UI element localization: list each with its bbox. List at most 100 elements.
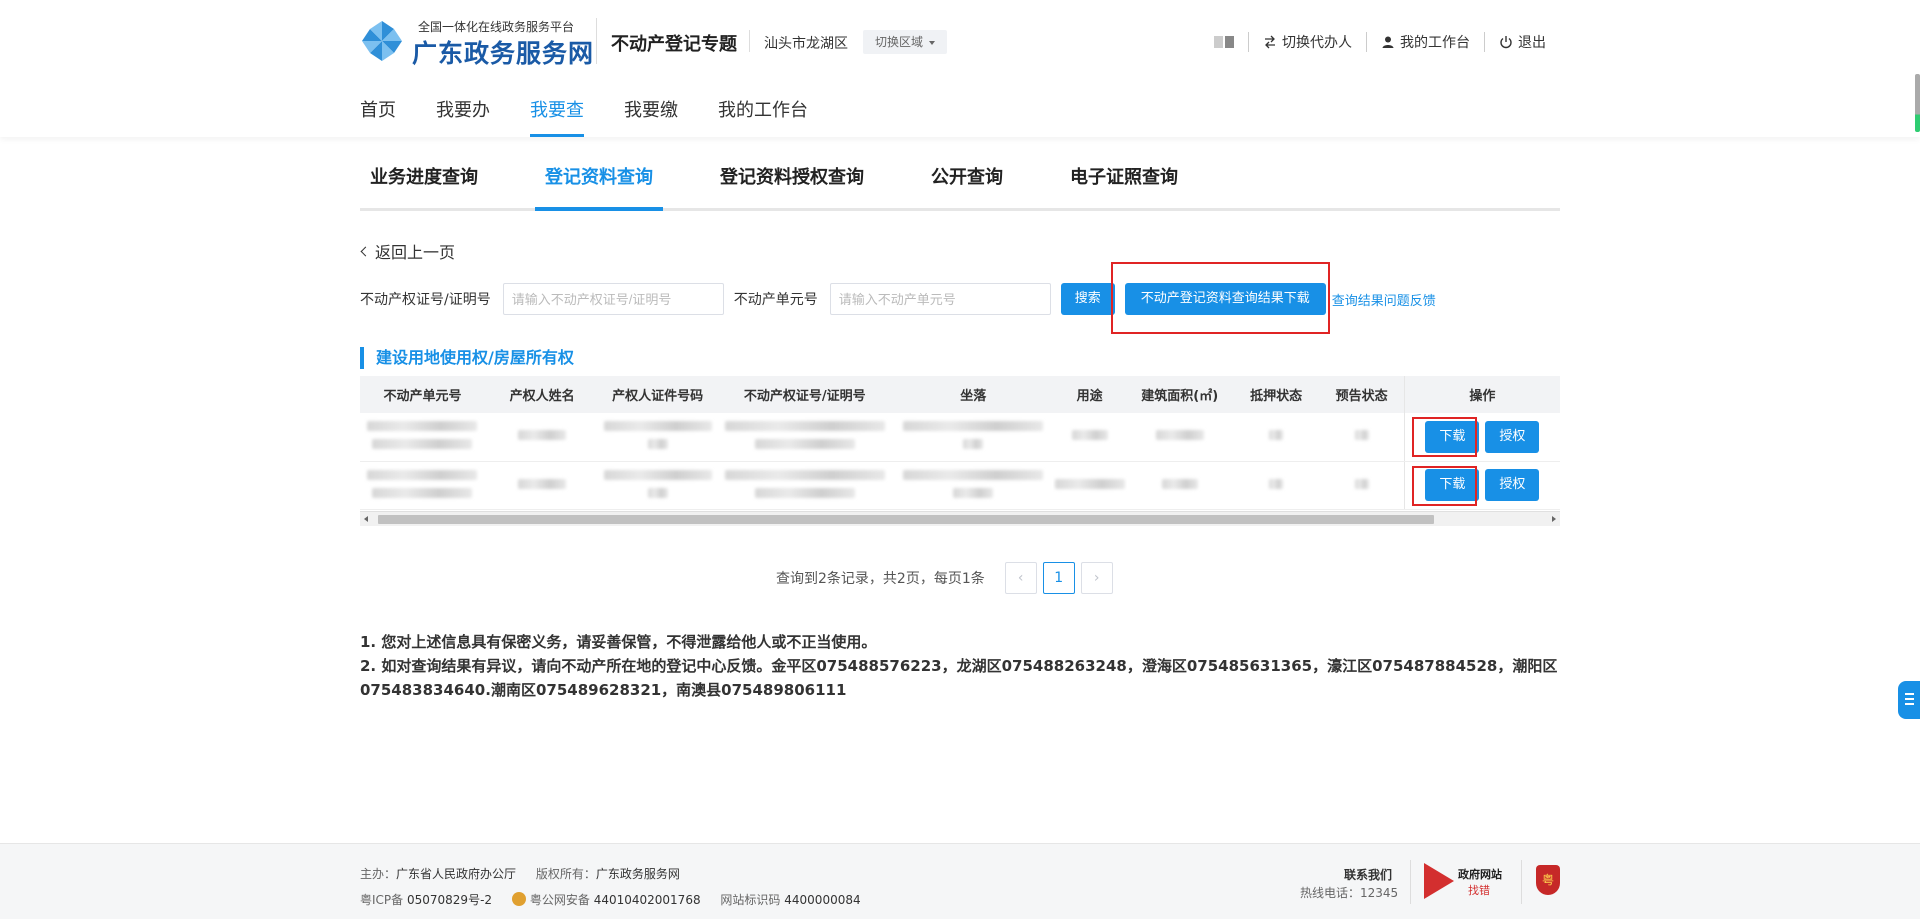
flag-icon: [1424, 863, 1454, 899]
side-menu-tab[interactable]: [1898, 681, 1920, 719]
cell-owner-name: [484, 413, 600, 462]
pagination-summary: 查询到2条记录，共2页，每页1条: [776, 571, 985, 587]
logout-link[interactable]: 退出: [1484, 32, 1560, 52]
contact-us: 联系我们 热线电话：12345: [1300, 866, 1399, 902]
table-row: 下载 授权: [360, 413, 1560, 462]
authorize-button[interactable]: 授权: [1485, 469, 1540, 501]
footer-info: 主办：广东省人民政府办公厅 版权所有：广东政务服务网 粤ICP备 0507082…: [360, 861, 861, 913]
cell-owner-name: [484, 461, 600, 510]
cell-usage: [1052, 461, 1127, 510]
page-number-button[interactable]: 1: [1042, 562, 1075, 594]
tab-authorized-records[interactable]: 登记资料授权查询: [710, 161, 874, 208]
unit-number-label: 不动产单元号: [733, 292, 818, 308]
col-actions: 操作: [1403, 376, 1560, 413]
switch-proxy-label: 切换代办人: [1282, 35, 1352, 51]
footer-divider: [1521, 860, 1522, 904]
authorize-button[interactable]: 授权: [1485, 420, 1540, 453]
download-results-button[interactable]: 不动产登记资料查询结果下载: [1124, 283, 1326, 315]
cell-owner-id: [599, 413, 716, 462]
table-row: 下载 授权: [360, 461, 1560, 510]
cell-mortgage-status: [1232, 461, 1320, 510]
user-toolbar: 切换代办人 我的工作台 退出: [1200, 32, 1560, 52]
site-logo[interactable]: 全国一体化在线政务服务平台 广东政务服务网: [360, 17, 595, 68]
my-workbench-link[interactable]: 我的工作台: [1366, 32, 1484, 52]
host-value: 广东省人民政府办公厅: [396, 867, 517, 881]
download-results-wrapper: 不动产登记资料查询结果下载: [1110, 262, 1330, 334]
next-page-button[interactable]: ›: [1080, 562, 1113, 594]
nav-workbench[interactable]: 我的工作台: [718, 96, 808, 137]
cell-cert-number: [715, 413, 894, 462]
cell-notice-status: [1319, 413, 1405, 462]
feedback-link[interactable]: 查询结果问题反馈: [1332, 290, 1436, 309]
switch-region-label: 切换区域: [875, 35, 924, 49]
cell-unit-number: [360, 461, 485, 510]
mobile-toggle[interactable]: [1200, 32, 1248, 52]
power-icon: [1500, 36, 1512, 49]
col-mortgage-status: 抵押状态: [1232, 376, 1320, 413]
col-location: 坐落: [893, 376, 1053, 413]
cell-owner-id: [599, 461, 716, 510]
site-id-label: 网站标识码: [720, 893, 781, 907]
col-notice-status: 预告状态: [1319, 376, 1405, 413]
caret-down-icon: [929, 40, 936, 45]
cell-area: [1126, 413, 1233, 462]
cell-area: [1126, 461, 1233, 510]
switch-proxy-link[interactable]: 切换代办人: [1248, 32, 1366, 52]
nav-home[interactable]: 首页: [360, 96, 396, 137]
notice-text: 1. 您对上述信息具有保密义务，请妥善保管，不得泄露给他人或不正当使用。 2. …: [360, 630, 1560, 702]
site-name: 广东政务服务网: [412, 39, 595, 68]
main-nav: 首页 我要办 我要查 我要缴 我的工作台: [360, 96, 848, 137]
header-divider: [749, 30, 750, 52]
cell-unit-number: [360, 413, 485, 462]
scrollbar-thumb[interactable]: [378, 515, 1434, 524]
tab-business-progress[interactable]: 业务进度查询: [360, 161, 488, 208]
download-button[interactable]: 下载: [1425, 420, 1480, 453]
cert-number-label: 不动产权证号/证明号: [360, 292, 491, 308]
back-link[interactable]: 返回上一页: [360, 239, 456, 263]
col-unit-number: 不动产单元号: [360, 376, 485, 413]
table-horizontal-scrollbar[interactable]: [360, 511, 1560, 526]
col-owner-id: 产权人证件号码: [599, 376, 716, 413]
search-button[interactable]: 搜索: [1060, 283, 1115, 315]
back-label: 返回上一页: [375, 243, 456, 262]
cert-number-input[interactable]: [502, 283, 724, 315]
prev-page-button[interactable]: ‹: [1004, 562, 1037, 594]
icp-link[interactable]: 05070829号-2: [407, 893, 492, 907]
nav-query[interactable]: 我要查: [530, 96, 584, 137]
scroll-left-icon[interactable]: [364, 516, 368, 522]
pinwheel-logo-icon: [362, 21, 402, 61]
contact-title[interactable]: 联系我们: [1300, 866, 1392, 884]
tab-registration-records[interactable]: 登记资料查询: [535, 161, 663, 211]
copyright-value: 广东政务服务网: [595, 867, 680, 881]
police-link[interactable]: 44010402001768: [594, 893, 701, 907]
tab-e-license[interactable]: 电子证照查询: [1060, 161, 1188, 208]
query-tabs: 业务进度查询 登记资料查询 登记资料授权查询 公开查询 电子证照查询: [360, 161, 1560, 211]
page-scrollbar[interactable]: [1915, 74, 1920, 132]
cell-usage: [1052, 413, 1127, 462]
unit-number-input[interactable]: [829, 283, 1051, 315]
gov-site-error-report-badge[interactable]: 政府网站 找错: [1424, 861, 1508, 901]
nav-apply[interactable]: 我要办: [436, 96, 490, 137]
section-title: 建设用地使用权/房屋所有权: [360, 347, 574, 369]
results-table: 不动产单元号 产权人姓名 产权人证件号码 不动产权证号/证明号 坐落 用途 建筑…: [360, 376, 1560, 526]
tab-public-query[interactable]: 公开查询: [921, 161, 1013, 208]
nav-pay[interactable]: 我要缴: [624, 96, 678, 137]
cell-actions: 下载 授权: [1403, 461, 1560, 510]
swap-arrows-icon: [1265, 35, 1275, 49]
pagination: 查询到2条记录，共2页，每页1条 ‹ 1 ›: [776, 562, 1119, 594]
gov-badge-sub: 找错: [1468, 884, 1490, 897]
copyright-label: 版权所有：: [535, 867, 596, 881]
site-id-value: 4400000084: [784, 893, 861, 907]
cell-mortgage-status: [1232, 413, 1320, 462]
hotline: 热线电话：12345: [1300, 886, 1399, 900]
switch-region-dropdown[interactable]: 切换区域: [863, 30, 948, 54]
footer-divider: [1410, 860, 1411, 904]
chevron-left-icon: [360, 246, 371, 256]
my-workbench-label: 我的工作台: [1400, 35, 1470, 51]
party-emblem-icon[interactable]: 粤: [1536, 865, 1560, 895]
site-footer: 主办：广东省人民政府办公厅 版权所有：广东政务服务网 粤ICP备 0507082…: [0, 843, 1920, 919]
scroll-right-icon[interactable]: [1552, 516, 1556, 522]
notice-line: 1. 您对上述信息具有保密义务，请妥善保管，不得泄露给他人或不正当使用。: [360, 633, 877, 651]
header-divider: [596, 18, 597, 64]
download-button[interactable]: 下载: [1425, 469, 1480, 501]
